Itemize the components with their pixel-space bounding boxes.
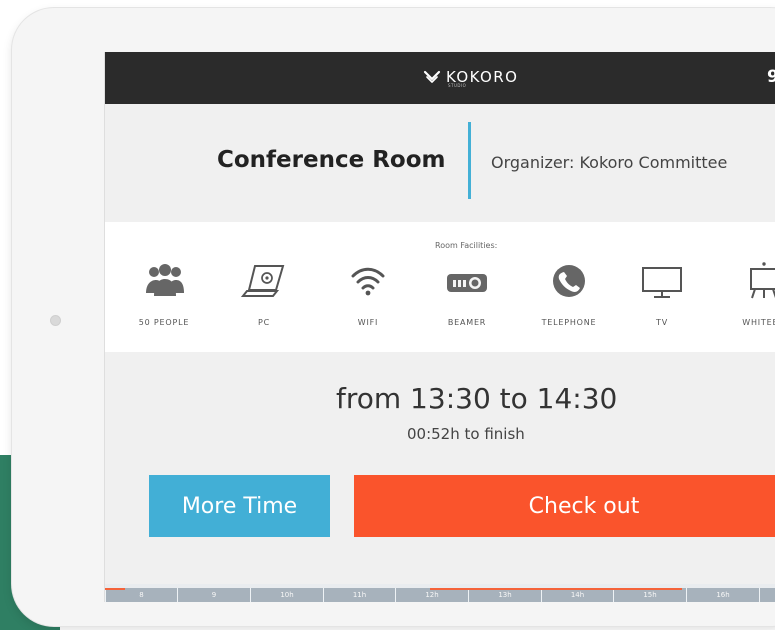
facility-label: WIFI bbox=[357, 318, 379, 327]
current-booking-marker bbox=[430, 588, 682, 590]
remaining-time: 00:52h to finish bbox=[407, 425, 525, 443]
timeline-hour-13: 13h bbox=[468, 588, 541, 602]
facility-whiteboard: WHITEBO bbox=[719, 260, 775, 340]
timeline-hour-10: 10h bbox=[250, 588, 323, 602]
telephone-icon bbox=[545, 260, 593, 302]
tv-icon bbox=[638, 260, 686, 302]
facility-label: 50 PEOPLE bbox=[138, 318, 190, 327]
timeline-hour-12: 12h bbox=[395, 588, 468, 602]
clock-time: 9:3 bbox=[767, 67, 775, 87]
facility-telephone: TELEPHONE bbox=[524, 260, 614, 340]
more-time-button[interactable]: More Time bbox=[149, 475, 330, 537]
facility-label: WHITEBO bbox=[742, 318, 775, 327]
facility-people: 50 PEOPLE bbox=[119, 260, 209, 340]
timeline-hour-overflow bbox=[759, 588, 775, 602]
room-booking-screen: KOKORO STUDIO 9:3 Conference Room Organi… bbox=[104, 52, 775, 602]
facility-beamer: BEAMER bbox=[422, 260, 512, 340]
timeline-hour-15: 15h bbox=[613, 588, 686, 602]
check-out-button[interactable]: Check out bbox=[354, 475, 775, 537]
facility-label: PC bbox=[257, 318, 270, 327]
room-title: Conference Room bbox=[217, 147, 446, 173]
facility-pc: PC bbox=[219, 260, 309, 340]
laptop-icon bbox=[240, 260, 288, 302]
tablet-device: KOKORO STUDIO 9:3 Conference Room Organi… bbox=[12, 8, 775, 626]
timeline-hour-11: 11h bbox=[323, 588, 395, 602]
brand-subtitle: STUDIO bbox=[448, 83, 467, 88]
timeline-hour-8: 8 bbox=[105, 588, 177, 602]
kokoro-chevron-icon bbox=[423, 70, 441, 84]
whiteboard-icon bbox=[740, 260, 775, 302]
organizer-text: Organizer: Kokoro Committee bbox=[491, 153, 728, 172]
title-divider bbox=[468, 122, 471, 199]
wifi-icon bbox=[344, 260, 392, 302]
meeting-header: Conference Room Organizer: Kokoro Commit… bbox=[105, 104, 775, 222]
meeting-time-range: from 13:30 to 14:30 bbox=[336, 382, 618, 415]
room-facilities: Room Facilities: 50 PEOPLE PC WIFI BEAME… bbox=[105, 222, 775, 352]
facility-label: TELEPHONE bbox=[541, 318, 597, 327]
timeline-hour-14: 14h bbox=[541, 588, 613, 602]
facility-wifi: WIFI bbox=[323, 260, 413, 340]
facility-label: BEAMER bbox=[447, 318, 487, 327]
brand-logo: KOKORO STUDIO bbox=[423, 66, 518, 88]
facilities-caption: Room Facilities: bbox=[435, 241, 498, 250]
timeline-hour-9: 9 bbox=[177, 588, 250, 602]
day-timeline[interactable]: 8 9 10h 11h 12h 13h 14h 15h 16h bbox=[105, 584, 775, 602]
meeting-time-panel: from 13:30 to 14:30 00:52h to finish bbox=[105, 352, 775, 472]
timeline-hour-16: 16h bbox=[686, 588, 759, 602]
tablet-camera-dot bbox=[50, 315, 61, 326]
projector-icon bbox=[443, 260, 491, 302]
product-scene: KOKORO STUDIO 9:3 Conference Room Organi… bbox=[0, 0, 775, 630]
people-icon bbox=[140, 260, 188, 302]
facility-label: TV bbox=[656, 318, 668, 327]
top-bar: KOKORO STUDIO 9:3 bbox=[105, 52, 775, 104]
timeline-start-marker bbox=[105, 588, 125, 590]
facility-tv: TV bbox=[617, 260, 707, 340]
